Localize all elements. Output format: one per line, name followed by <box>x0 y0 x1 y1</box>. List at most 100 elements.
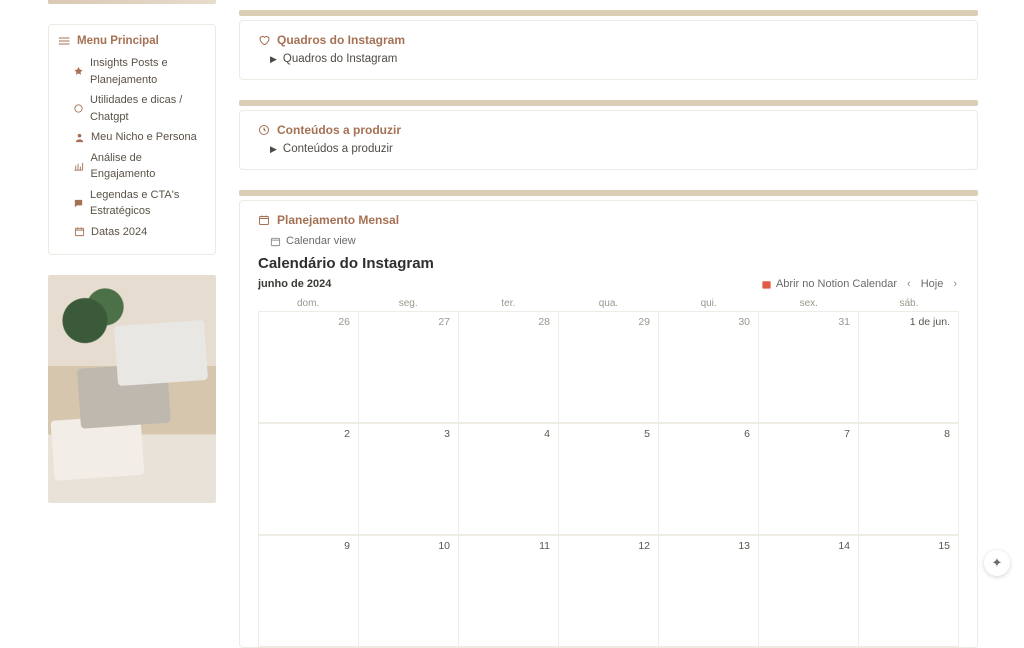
calendar-day-number: 7 <box>844 428 850 440</box>
calendar-dow: qua. <box>558 298 658 309</box>
calendar-cell[interactable]: 6 <box>659 423 759 535</box>
sidebar-item-label: Meu Nicho e Persona <box>91 129 197 146</box>
open-notion-calendar-button[interactable]: Abrir no Notion Calendar <box>761 278 897 290</box>
sidebar-item-label: Legendas e CTA's Estratégicos <box>90 187 205 220</box>
calendar-dow: seg. <box>358 298 458 309</box>
circle-icon <box>73 103 84 114</box>
calendar-cell[interactable]: 30 <box>659 311 759 423</box>
sidebar-item[interactable]: Utilidades e dicas / Chatgpt <box>59 90 205 127</box>
caret-right-icon: ▶ <box>270 144 277 155</box>
calendar-day-number: 13 <box>738 540 750 552</box>
ai-fab-button[interactable]: ✦ <box>984 550 1010 576</box>
calendar-day-number: 12 <box>638 540 650 552</box>
card-planejamento: Planejamento Mensal Calendar view Calend… <box>239 200 978 648</box>
calendar-view-tab[interactable]: Calendar view <box>258 233 959 255</box>
speech-icon <box>73 198 84 209</box>
calendar-day-number: 27 <box>438 316 450 328</box>
calendar-cell[interactable]: 4 <box>459 423 559 535</box>
calendar-view-label: Calendar view <box>286 235 356 247</box>
calendar-cell[interactable]: 11 <box>459 535 559 647</box>
calendar-day-number: 2 <box>344 428 350 440</box>
toggle-produzir[interactable]: ▶ Conteúdos a produzir <box>258 143 959 155</box>
calendar-heading: Calendário do Instagram <box>258 255 959 272</box>
calendar-cell[interactable]: 3 <box>359 423 459 535</box>
calendar-mini-icon <box>270 236 281 247</box>
calendar-cell[interactable]: 15 <box>859 535 959 647</box>
calendar-next-button[interactable]: › <box>951 278 959 290</box>
menu-title: Menu Principal <box>77 35 159 47</box>
calendar-red-icon <box>761 279 772 290</box>
sidebar-item[interactable]: Datas 2024 <box>59 222 205 243</box>
calendar-day-number: 29 <box>638 316 650 328</box>
sidebar-item[interactable]: Meu Nicho e Persona <box>59 127 205 148</box>
main: Quadros do Instagram ▶ Quadros do Instag… <box>217 0 1024 648</box>
open-notion-calendar-label: Abrir no Notion Calendar <box>776 278 897 290</box>
calendar-cell[interactable]: 10 <box>359 535 459 647</box>
sidebar-item-label: Datas 2024 <box>91 224 147 241</box>
card-plan-title: Planejamento Mensal <box>277 213 399 227</box>
section-divider <box>239 100 978 106</box>
sidebar-item-label: Análise de Engajamento <box>91 150 205 183</box>
calendar-cell[interactable]: 28 <box>459 311 559 423</box>
calendar-dow: sáb. <box>859 298 959 309</box>
calendar-cell[interactable]: 2 <box>259 423 359 535</box>
calendar-cell[interactable]: 1 de jun. <box>859 311 959 423</box>
calendar-dow: qui. <box>659 298 759 309</box>
calendar-day-number: 3 <box>444 428 450 440</box>
calendar-icon <box>258 214 270 226</box>
sidebar-item[interactable]: Insights Posts e Planejamento <box>59 53 205 90</box>
calendar-day-number: 5 <box>644 428 650 440</box>
section-divider <box>239 10 978 16</box>
clock-icon <box>258 124 270 136</box>
chart-icon <box>73 161 85 172</box>
calendar-dow: sex. <box>759 298 859 309</box>
sidebar-item-label: Insights Posts e Planejamento <box>90 55 205 88</box>
calendar-day-number: 31 <box>838 316 850 328</box>
toggle-produzir-label: Conteúdos a produzir <box>283 143 393 155</box>
calendar-cell[interactable]: 29 <box>559 311 659 423</box>
calendar-cell[interactable]: 7 <box>759 423 859 535</box>
sidebar: Menu Principal Insights Posts e Planejam… <box>0 0 217 648</box>
calendar-day-number: 1 de jun. <box>910 316 950 328</box>
calendar-day-number: 11 <box>539 540 550 552</box>
calendar-dow-row: dom.seg.ter.qua.qui.sex.sáb. <box>258 296 959 311</box>
calendar-day-number: 15 <box>938 540 950 552</box>
calendar-day-number: 28 <box>538 316 550 328</box>
list-icon <box>59 35 71 47</box>
pin-icon <box>73 66 84 77</box>
sidebar-top-image-sliver <box>48 0 216 4</box>
calendar-cell[interactable]: 14 <box>759 535 859 647</box>
calendar-cell[interactable]: 9 <box>259 535 359 647</box>
card-quadros: Quadros do Instagram ▶ Quadros do Instag… <box>239 20 978 80</box>
calendar-cell[interactable]: 13 <box>659 535 759 647</box>
calendar-day-number: 14 <box>838 540 850 552</box>
section-divider <box>239 190 978 196</box>
calendar-dow: dom. <box>258 298 358 309</box>
calendar-day-number: 30 <box>738 316 750 328</box>
sidebar-item-label: Utilidades e dicas / Chatgpt <box>90 92 205 125</box>
calendar-day-number: 10 <box>438 540 450 552</box>
sidebar-item[interactable]: Análise de Engajamento <box>59 148 205 185</box>
toggle-quadros[interactable]: ▶ Quadros do Instagram <box>258 53 959 65</box>
calendar-day-number: 9 <box>344 540 350 552</box>
calendar-prev-button[interactable]: ‹ <box>905 278 913 290</box>
sidebar-aesthetic-image <box>48 275 216 503</box>
calendar-cell[interactable]: 27 <box>359 311 459 423</box>
calendar-day-number: 6 <box>744 428 750 440</box>
sidebar-item[interactable]: Legendas e CTA's Estratégicos <box>59 185 205 222</box>
calendar-today-button[interactable]: Hoje <box>921 278 944 290</box>
calendar-cell[interactable]: 12 <box>559 535 659 647</box>
calendar-cell[interactable]: 5 <box>559 423 659 535</box>
calendar-day-number: 26 <box>338 316 350 328</box>
calendar-month-label: junho de 2024 <box>258 278 331 290</box>
calendar-cell[interactable]: 8 <box>859 423 959 535</box>
toggle-quadros-label: Quadros do Instagram <box>283 53 397 65</box>
calendar-dow: ter. <box>458 298 558 309</box>
person-icon <box>73 132 85 143</box>
calendar-icon <box>73 226 85 237</box>
card-produzir: Conteúdos a produzir ▶ Conteúdos a produ… <box>239 110 978 170</box>
calendar-day-number: 4 <box>544 428 550 440</box>
calendar-cell[interactable]: 31 <box>759 311 859 423</box>
card-quadros-title: Quadros do Instagram <box>277 33 405 47</box>
calendar-cell[interactable]: 26 <box>259 311 359 423</box>
